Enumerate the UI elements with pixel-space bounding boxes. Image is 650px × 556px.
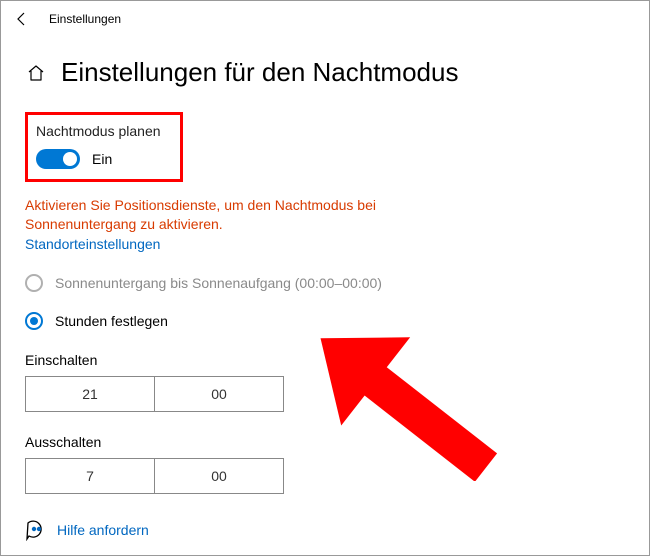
turn-on-label: Einschalten xyxy=(25,352,625,368)
option-set-hours-label: Stunden festlegen xyxy=(55,313,168,329)
turn-on-hour[interactable]: 21 xyxy=(25,376,154,412)
location-settings-link[interactable]: Standorteinstellungen xyxy=(25,236,160,252)
turn-off-label: Ausschalten xyxy=(25,434,625,450)
schedule-toggle-row: Ein xyxy=(36,149,172,169)
page-title: Einstellungen für den Nachtmodus xyxy=(61,57,458,88)
help-row: Hilfe anfordern xyxy=(25,519,149,541)
radio-set-hours[interactable] xyxy=(25,312,43,330)
schedule-label: Nachtmodus planen xyxy=(36,123,172,139)
schedule-toggle-state: Ein xyxy=(92,151,112,167)
radio-sunset xyxy=(25,274,43,292)
option-set-hours[interactable]: Stunden festlegen xyxy=(25,312,625,330)
window-title: Einstellungen xyxy=(49,12,121,26)
help-icon xyxy=(25,519,47,541)
home-icon[interactable] xyxy=(25,62,47,84)
help-link[interactable]: Hilfe anfordern xyxy=(57,522,149,538)
settings-window: Einstellungen Einstellungen für den Nach… xyxy=(0,0,650,556)
turn-off-minute[interactable]: 00 xyxy=(154,458,284,494)
turn-off-picker[interactable]: 7 00 xyxy=(25,458,625,494)
option-sunset: Sonnenuntergang bis Sonnenaufgang (00:00… xyxy=(25,274,625,292)
back-icon[interactable] xyxy=(9,6,35,32)
titlebar: Einstellungen xyxy=(1,1,649,37)
content-area: Einstellungen für den Nachtmodus Nachtmo… xyxy=(1,57,649,494)
turn-on-picker[interactable]: 21 00 xyxy=(25,376,625,412)
heading-row: Einstellungen für den Nachtmodus xyxy=(25,57,625,88)
schedule-toggle[interactable] xyxy=(36,149,80,169)
schedule-highlight: Nachtmodus planen Ein xyxy=(25,112,183,182)
location-warning: Aktivieren Sie Positionsdienste, um den … xyxy=(25,196,405,234)
turn-on-minute[interactable]: 00 xyxy=(154,376,284,412)
option-sunset-label: Sonnenuntergang bis Sonnenaufgang (00:00… xyxy=(55,275,382,291)
turn-off-hour[interactable]: 7 xyxy=(25,458,154,494)
